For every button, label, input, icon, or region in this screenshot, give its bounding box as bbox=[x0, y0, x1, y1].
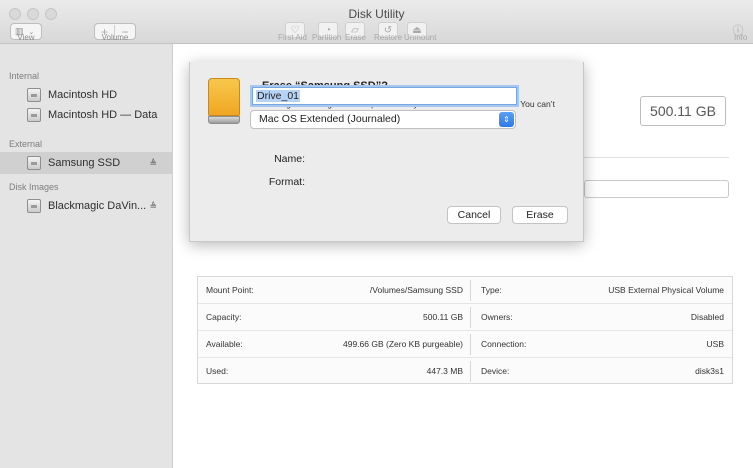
info-value: 500.11 GB bbox=[422, 312, 463, 322]
column-divider bbox=[470, 280, 471, 301]
sidebar-item-blackmagic[interactable]: Blackmagic DaVin... ≜ bbox=[0, 195, 172, 217]
format-value: Mac OS Extended (Journaled) bbox=[259, 113, 401, 125]
info-label: Capacity: bbox=[206, 312, 242, 322]
table-row: Used: 447.3 MB Device: disk3s1 bbox=[198, 358, 732, 385]
name-value: Drive_01 bbox=[256, 90, 301, 102]
info-value: 447.3 MB bbox=[426, 366, 463, 376]
info-label: Owners: bbox=[481, 312, 513, 322]
info-value: USB External Physical Volume bbox=[608, 285, 724, 295]
first-aid-label: First Aid bbox=[278, 33, 307, 42]
column-divider bbox=[470, 307, 471, 328]
info-value: disk3s1 bbox=[695, 366, 724, 376]
info-value: /Volumes/Samsung SSD bbox=[369, 285, 463, 295]
table-row: Capacity: 500.11 GB Owners: Disabled bbox=[198, 304, 732, 331]
info-value: Disabled bbox=[690, 312, 724, 322]
info-label: Available: bbox=[206, 339, 243, 349]
divider bbox=[584, 157, 729, 158]
table-row: Available: 499.66 GB (Zero KB purgeable)… bbox=[198, 331, 732, 358]
disk-utility-window: Disk Utility ▥ ⌄ View + − Volume ♡ First… bbox=[0, 0, 753, 468]
unmount-label: Unmount bbox=[404, 33, 437, 42]
disk-image-icon bbox=[27, 199, 41, 213]
name-label: Name: bbox=[274, 153, 305, 165]
window-title: Disk Utility bbox=[348, 7, 405, 21]
format-select[interactable]: Mac OS Extended (Journaled) ⇕ bbox=[250, 110, 516, 129]
internal-disk-icon bbox=[27, 88, 41, 102]
cancel-button[interactable]: Cancel bbox=[447, 206, 501, 224]
sidebar-item-macintosh-hd[interactable]: Macintosh HD bbox=[0, 84, 172, 106]
name-field[interactable]: Drive_01 bbox=[252, 87, 517, 105]
external-drive-icon bbox=[208, 78, 240, 124]
restore-label: Restore bbox=[374, 33, 403, 42]
toolbar: Disk Utility ▥ ⌄ View + − Volume ♡ First… bbox=[0, 0, 753, 44]
info-label: Info bbox=[734, 33, 748, 42]
eject-icon[interactable]: ≜ bbox=[149, 158, 157, 169]
info-label: Mount Point: bbox=[206, 285, 254, 295]
sidebar-item-label: Blackmagic DaVin... bbox=[48, 200, 147, 212]
erase-button[interactable]: Erase bbox=[512, 206, 568, 224]
view-label: View bbox=[17, 33, 35, 42]
sidebar-section-external: External bbox=[9, 139, 43, 149]
updown-chevron-icon: ⇕ bbox=[499, 112, 514, 127]
info-label: Type: bbox=[481, 285, 502, 295]
partition-label: Partition bbox=[312, 33, 342, 42]
drive-body bbox=[208, 78, 240, 116]
sidebar-item-label: Samsung SSD bbox=[48, 157, 121, 169]
sidebar-item-macintosh-hd-data[interactable]: Macintosh HD — Data bbox=[0, 104, 172, 126]
column-divider bbox=[470, 334, 471, 355]
info-label: Connection: bbox=[481, 339, 527, 349]
sidebar-item-label: Macintosh HD — Data bbox=[48, 109, 158, 121]
table-row: Mount Point: /Volumes/Samsung SSD Type: … bbox=[198, 277, 732, 304]
sidebar-section-internal: Internal bbox=[9, 71, 40, 81]
sidebar-item-label: Macintosh HD bbox=[48, 89, 118, 101]
drive-base bbox=[208, 116, 240, 124]
format-label: Format: bbox=[268, 176, 305, 188]
column-divider bbox=[470, 361, 471, 382]
external-disk-icon bbox=[27, 156, 41, 170]
info-table: Mount Point: /Volumes/Samsung SSD Type: … bbox=[197, 276, 733, 384]
info-value: USB bbox=[706, 339, 724, 349]
info-value: 499.66 GB (Zero KB purgeable) bbox=[342, 339, 463, 349]
erase-toolbar-label: Erase bbox=[345, 33, 366, 42]
capacity-display: 500.11 GB bbox=[640, 96, 726, 126]
sidebar: Internal Macintosh HD Macintosh HD — Dat… bbox=[0, 44, 173, 468]
internal-disk-icon bbox=[27, 108, 41, 122]
info-label: Device: bbox=[481, 366, 510, 376]
usage-bar bbox=[584, 180, 729, 198]
info-label: Used: bbox=[206, 366, 229, 376]
eject-icon[interactable]: ≜ bbox=[149, 201, 157, 212]
sidebar-item-samsung-ssd[interactable]: Samsung SSD ≜ bbox=[0, 152, 172, 174]
volume-label: Volume bbox=[101, 33, 129, 42]
sidebar-section-disk-images: Disk Images bbox=[9, 182, 59, 192]
